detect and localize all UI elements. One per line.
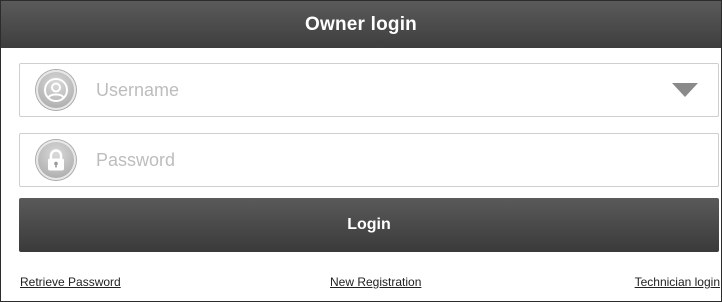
page-title: Owner login [305,13,417,35]
new-registration-link[interactable]: New Registration [330,275,421,289]
username-input[interactable] [94,69,672,111]
login-button[interactable]: Login [19,198,719,252]
username-field[interactable] [19,63,719,117]
technician-login-link[interactable]: Technician login [635,275,720,289]
user-icon [36,70,76,110]
lock-icon [36,140,76,180]
footer-links: Retrieve Password New Registration Techn… [1,275,721,295]
login-dialog: Owner login Login Retrieve Password New … [0,0,722,302]
password-field[interactable] [19,133,719,187]
title-bar: Owner login [1,1,721,48]
password-input[interactable] [94,139,718,181]
chevron-down-icon[interactable] [672,83,698,97]
retrieve-password-link[interactable]: Retrieve Password [20,275,121,289]
